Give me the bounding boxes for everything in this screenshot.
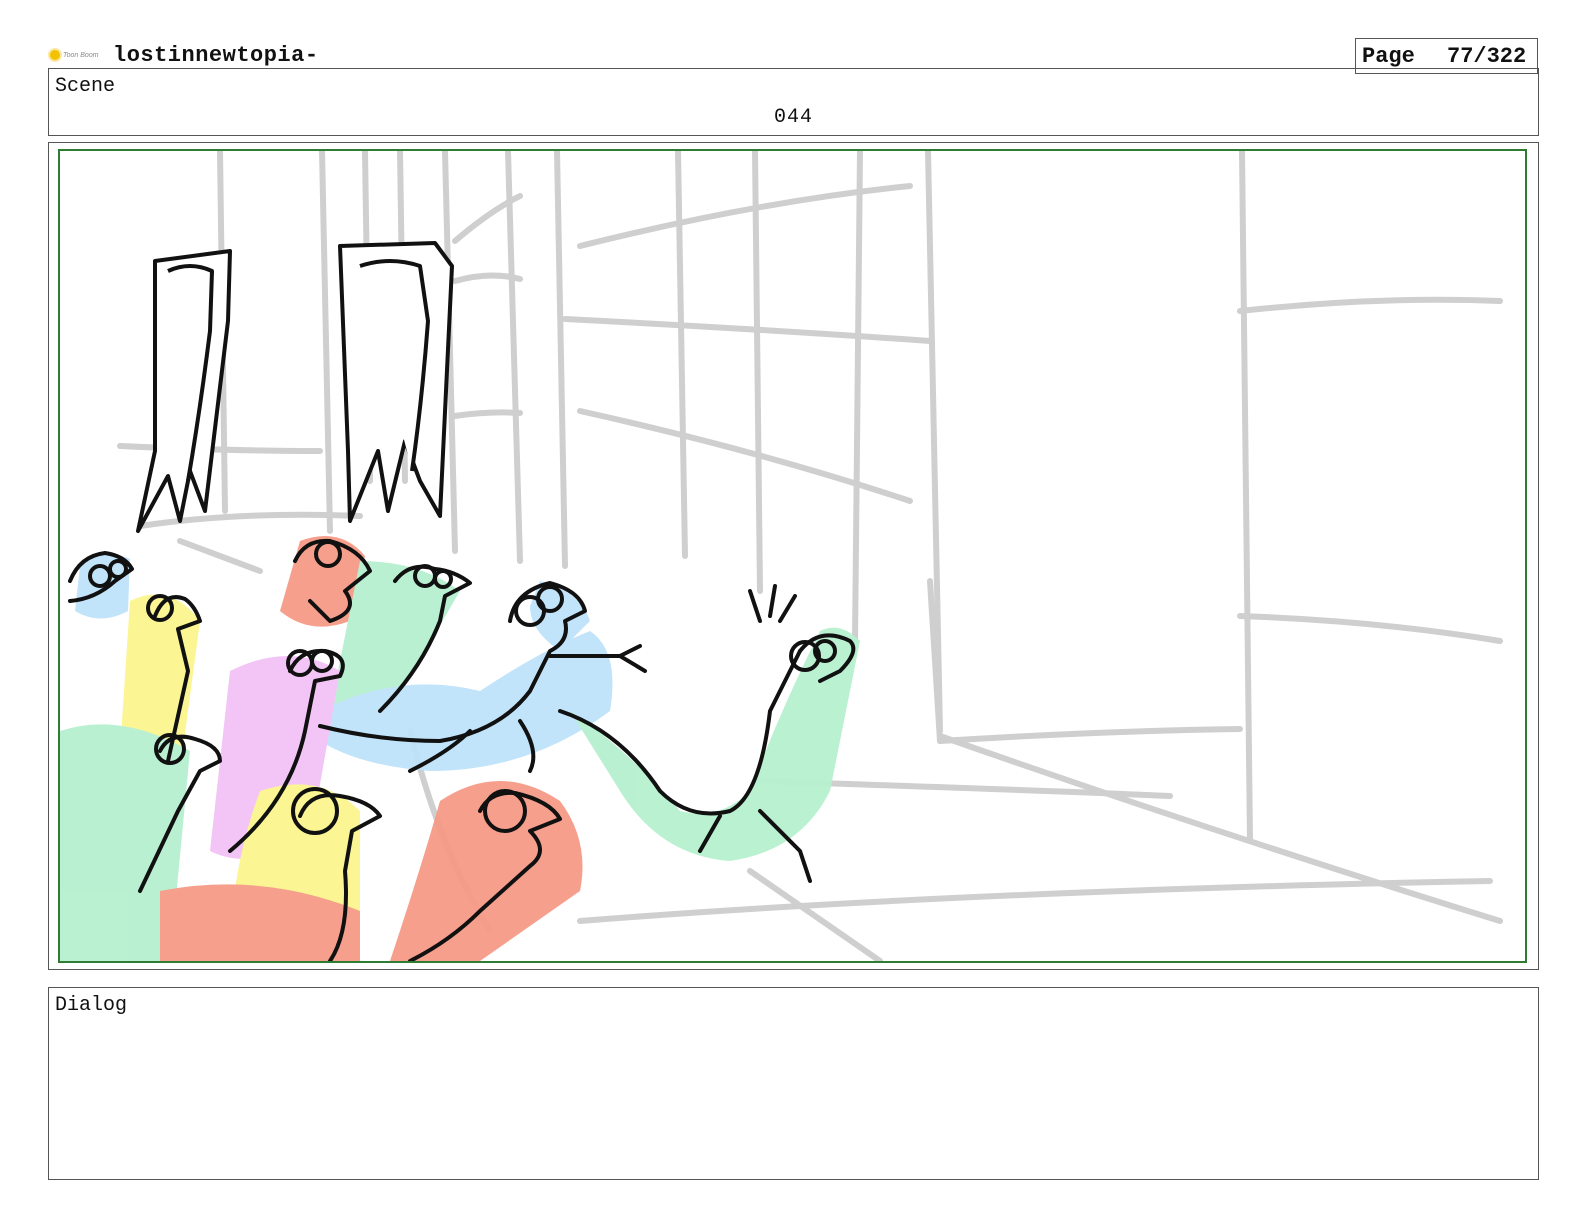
- right-banner: [338, 241, 454, 523]
- storyboard-panel: [58, 149, 1527, 963]
- page-number: 77/322: [1447, 44, 1527, 69]
- left-banner: [136, 249, 232, 533]
- scene-label: Scene: [55, 75, 116, 98]
- panel-illustration: [60, 151, 1503, 961]
- scene-number: 044: [773, 106, 813, 129]
- sun-icon: [50, 50, 60, 60]
- logo-text: Toon Boom: [63, 51, 99, 59]
- dialog-label: Dialog: [55, 994, 128, 1017]
- toon-boom-logo: Toon Boom: [50, 50, 99, 60]
- page-label: Page: [1362, 44, 1415, 69]
- creature-color-washes: [60, 536, 860, 961]
- dialog-box: Dialog: [48, 987, 1539, 1180]
- project-title: lostinnewtopia-: [113, 43, 319, 68]
- scene-box: Scene 044: [48, 68, 1539, 136]
